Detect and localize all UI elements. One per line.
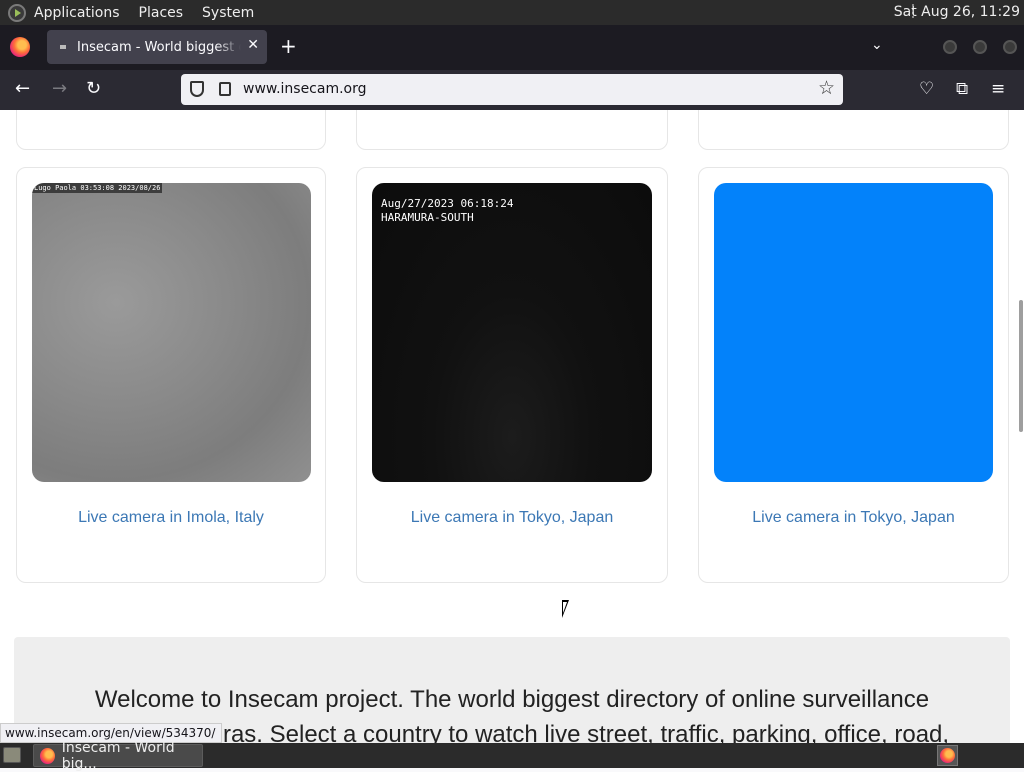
camera-card: Lugo Paola 03:53:08 2023/08/26 Live came… — [16, 167, 326, 583]
camera-card: Live camera in Tokyo, Japan — [698, 167, 1009, 583]
browser-tab[interactable]: Insecam - World biggest online ✕ — [47, 30, 267, 64]
taskbar-window-label: Insecam - World big... — [61, 739, 175, 772]
camera-thumbnail[interactable] — [714, 183, 993, 482]
camera-card: Aug/27/2023 06:18:24 HARAMURA-SOUTH Live… — [356, 167, 668, 583]
camera-link[interactable]: Live camera in Imola, Italy — [17, 509, 325, 527]
url-bar[interactable]: www.insecam.org ☆ — [181, 74, 843, 105]
chevron-down-icon[interactable]: ⌄ — [871, 37, 883, 53]
camera-link[interactable]: Live camera in Tokyo, Japan — [357, 509, 667, 527]
show-desktop-icon[interactable] — [3, 747, 21, 763]
tab-strip: Insecam - World biggest online ✕ + ⌄ — [0, 25, 1024, 70]
bottom-taskbar: Insecam - World big... — [0, 740, 1024, 772]
back-arrow-icon[interactable]: ← — [15, 78, 30, 100]
minimize-window-button[interactable] — [943, 40, 957, 54]
menu-applications[interactable]: Applications — [34, 5, 120, 21]
menu-system[interactable]: System — [202, 5, 254, 21]
pocket-icon[interactable]: ♡ — [919, 79, 934, 99]
site-lock-icon[interactable] — [219, 82, 231, 96]
tab-title: Insecam - World biggest online — [77, 39, 241, 55]
menu-places[interactable]: Places — [139, 5, 184, 21]
firefox-view-icon[interactable] — [10, 37, 30, 57]
camera-card-previous — [16, 110, 326, 150]
url-text[interactable]: www.insecam.org — [243, 81, 367, 97]
clock[interactable]: Sat Aug 26, 11:29 — [894, 4, 1020, 20]
firefox-icon — [40, 747, 55, 764]
maximize-window-button[interactable] — [973, 40, 987, 54]
mouse-cursor-icon — [562, 600, 576, 618]
taskbar-window-button[interactable]: Insecam - World big... — [33, 740, 203, 772]
camera-link-partial[interactable]: Province Of — [357, 110, 667, 118]
workspace-switcher[interactable] — [937, 745, 958, 766]
tracking-shield-icon[interactable] — [190, 81, 204, 97]
camera-timestamp: Lugo Paola 03:53:08 2023/08/26 — [32, 183, 163, 193]
camera-card-previous — [698, 110, 1009, 150]
hamburger-menu-icon[interactable]: ≡ — [991, 79, 1005, 99]
camera-timestamp: Aug/27/2023 06:18:24 HARAMURA-SOUTH — [381, 197, 514, 224]
reload-icon[interactable]: ↻ — [86, 78, 101, 100]
tab-favicon-icon — [60, 45, 66, 49]
bookmark-star-icon[interactable]: ☆ — [818, 77, 835, 99]
tab-close-icon[interactable]: ✕ — [247, 37, 259, 53]
applications-logo-icon[interactable] — [8, 3, 26, 22]
close-window-button[interactable] — [1003, 40, 1017, 54]
forward-arrow-icon[interactable]: → — [52, 78, 67, 100]
camera-card-previous: Province Of — [356, 110, 668, 150]
page-scrollbar[interactable] — [1019, 300, 1023, 432]
navigation-bar: ← → ↻ www.insecam.org ☆ ♡ ⧉ ≡ — [0, 70, 1024, 110]
camera-link[interactable]: Live camera in Tokyo, Japan — [699, 509, 1008, 527]
firefox-icon — [940, 748, 955, 763]
top-panel: Applications Places System Sat Aug 26, 1… — [0, 0, 1024, 25]
extensions-icon[interactable]: ⧉ — [956, 79, 968, 99]
camera-thumbnail[interactable]: Lugo Paola 03:53:08 2023/08/26 — [32, 183, 311, 482]
page-content: Province Of Lugo Paola 03:53:08 2023/08/… — [0, 110, 1024, 743]
new-tab-button[interactable]: + — [280, 35, 297, 57]
camera-thumbnail[interactable]: Aug/27/2023 06:18:24 HARAMURA-SOUTH — [372, 183, 652, 482]
